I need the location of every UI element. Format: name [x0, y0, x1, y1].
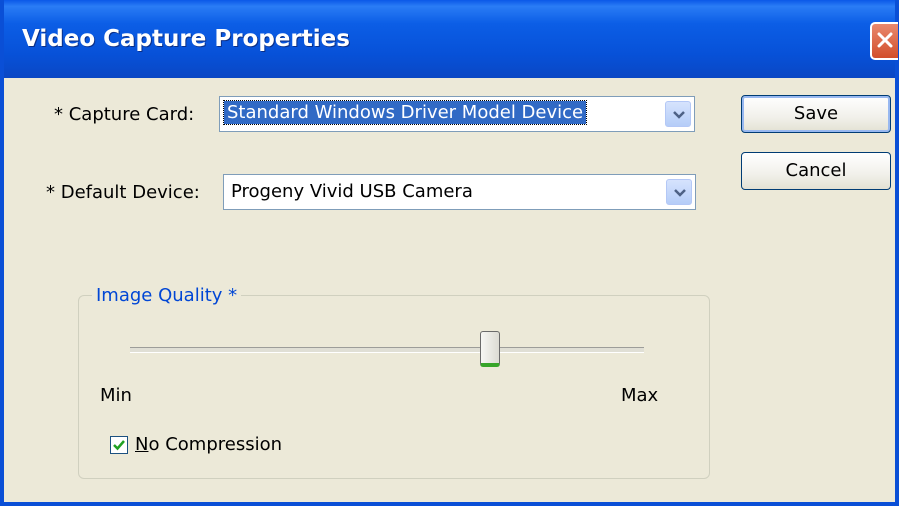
- capture-card-dropdown-button[interactable]: [665, 101, 691, 127]
- close-icon: [877, 32, 893, 48]
- slider-max-label: Max: [621, 385, 659, 406]
- default-device-value: Progeny Vivid USB Camera: [231, 181, 473, 202]
- capture-card-select[interactable]: Standard Windows Driver Model Device: [219, 96, 695, 132]
- slider-min-label: Min: [100, 385, 132, 406]
- video-capture-dialog: Video Capture Properties * Capture Card:…: [0, 0, 899, 506]
- close-button[interactable]: [870, 22, 898, 60]
- window-title: Video Capture Properties: [22, 26, 350, 52]
- dialog-content: * Capture Card: Standard Windows Driver …: [4, 78, 895, 502]
- no-compression-checkbox[interactable]: [110, 436, 128, 454]
- capture-card-label: * Capture Card:: [54, 104, 195, 125]
- chevron-down-icon: [674, 189, 686, 197]
- cancel-button[interactable]: Cancel: [741, 152, 891, 190]
- checkmark-icon: [113, 440, 125, 451]
- capture-card-value: Standard Windows Driver Model Device: [222, 100, 588, 125]
- mnemonic-letter: N: [135, 434, 149, 455]
- quality-slider-thumb[interactable]: [480, 331, 500, 367]
- default-device-select[interactable]: Progeny Vivid USB Camera: [223, 174, 696, 210]
- title-bar[interactable]: Video Capture Properties: [4, 0, 898, 78]
- quality-slider-track[interactable]: [130, 347, 644, 353]
- default-device-label: * Default Device:: [46, 182, 200, 203]
- save-button[interactable]: Save: [741, 95, 891, 133]
- chevron-down-icon: [673, 111, 685, 119]
- no-compression-label-text: o Compression: [148, 434, 283, 455]
- default-device-dropdown-button[interactable]: [666, 179, 692, 205]
- no-compression-label[interactable]: No Compression: [135, 434, 282, 455]
- image-quality-title: Image Quality *: [92, 285, 242, 306]
